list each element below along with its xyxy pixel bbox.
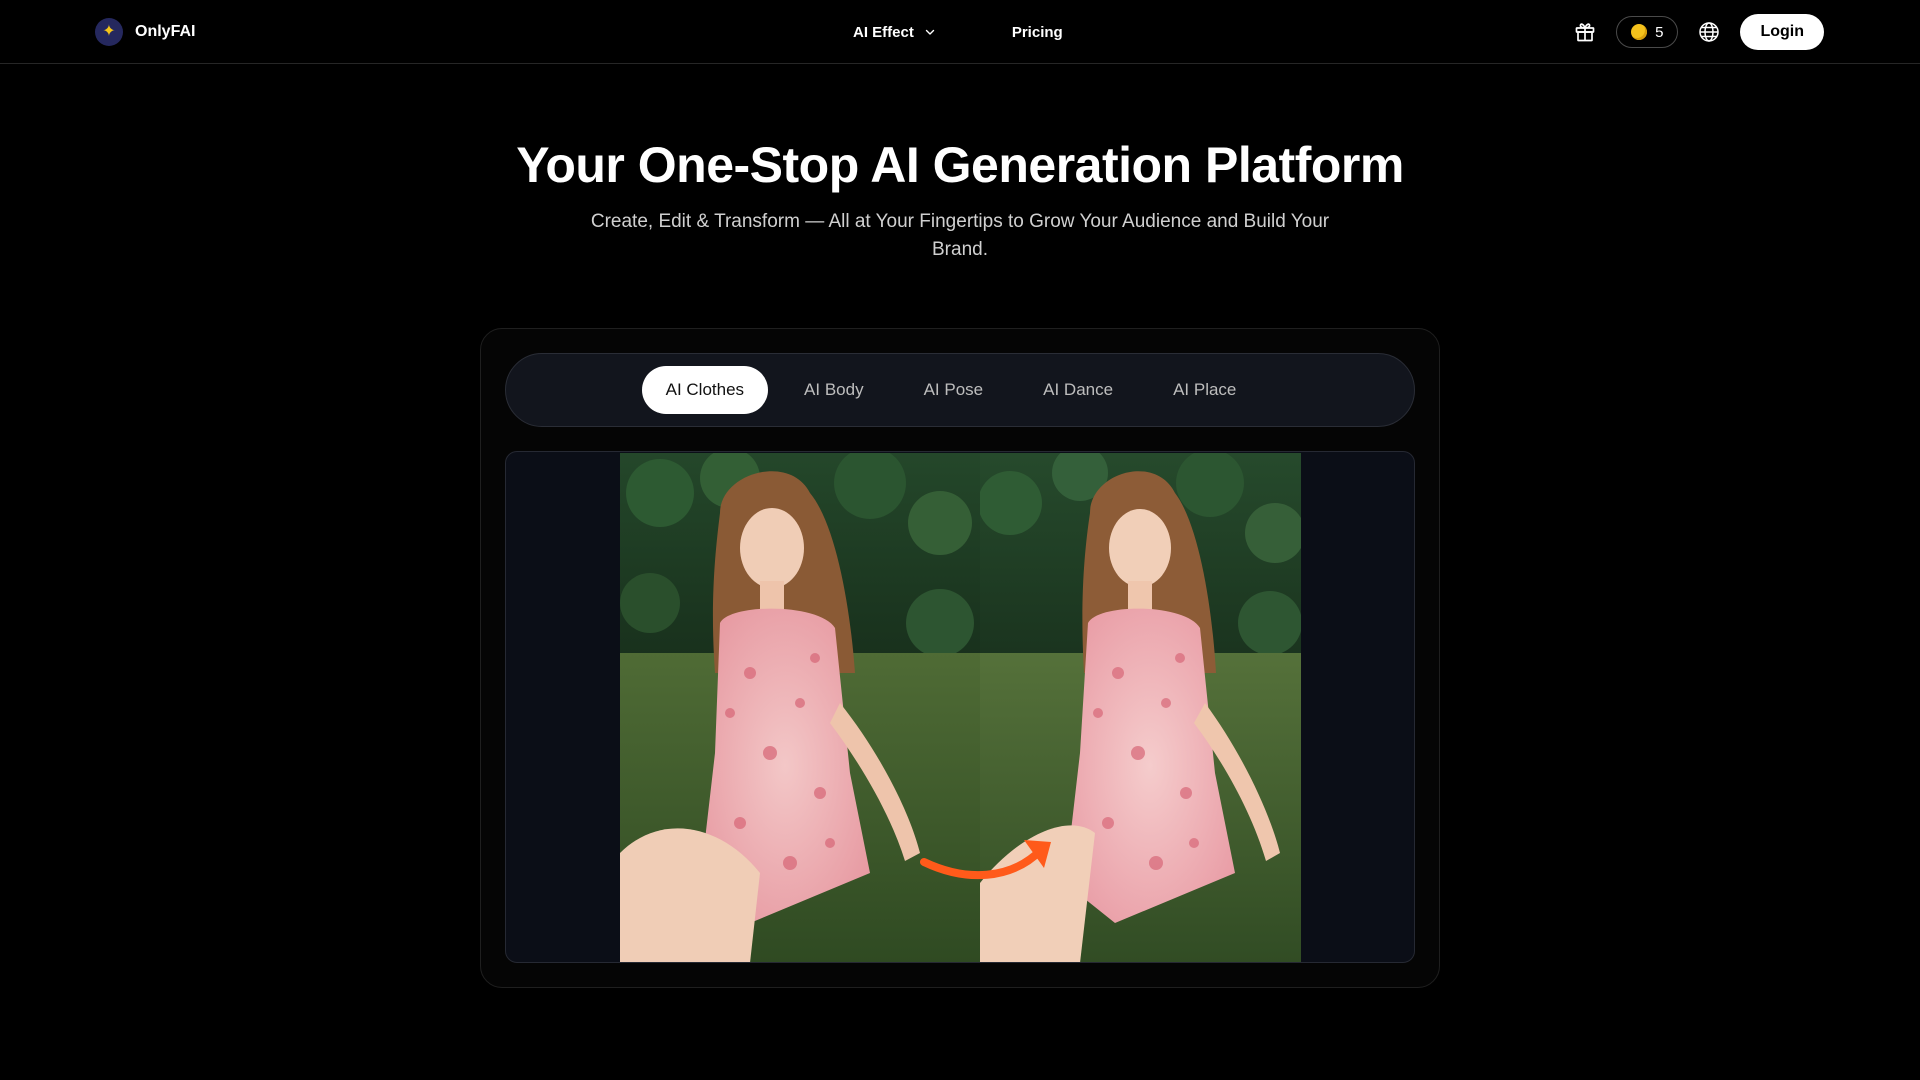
tab-ai-clothes[interactable]: AI Clothes	[641, 366, 769, 414]
sparkle-icon: ✦	[95, 18, 123, 46]
header-tools: 5 Login	[1570, 14, 1824, 50]
gift-icon[interactable]	[1570, 17, 1600, 47]
nav-item-label: AI Effect	[853, 23, 914, 41]
feature-showcase-card: AI Clothes AI Body AI Pose AI Dance AI P…	[480, 328, 1440, 988]
page-subtitle: Create, Edit & Transform — All at Your F…	[590, 211, 1330, 260]
credits-count: 5	[1655, 23, 1664, 41]
nav-item-pricing[interactable]: Pricing	[1012, 24, 1063, 41]
credits-balance[interactable]: 5	[1616, 16, 1679, 48]
brand-logo-link[interactable]: ✦ OnlyFAI	[95, 18, 195, 46]
coin-icon	[1631, 24, 1648, 40]
nav-item-label: Pricing	[1011, 23, 1063, 41]
before-after-preview	[505, 451, 1415, 963]
tab-ai-place[interactable]: AI Place	[1149, 366, 1260, 414]
feature-tabs: AI Clothes AI Body AI Pose AI Dance AI P…	[505, 353, 1415, 427]
tab-ai-body[interactable]: AI Body	[780, 366, 888, 414]
globe-icon[interactable]	[1694, 17, 1724, 47]
main-nav: AI Effect Pricing	[853, 20, 1063, 44]
top-nav-bar: ✦ OnlyFAI AI Effect Pricing 5 Login	[0, 0, 1920, 64]
chevron-down-icon	[924, 26, 936, 38]
transform-arrow-icon	[906, 812, 1066, 892]
page-title: Your One-Stop AI Generation Platform	[516, 137, 1404, 193]
login-button[interactable]: Login	[1740, 14, 1824, 50]
tab-ai-dance[interactable]: AI Dance	[1019, 366, 1137, 414]
nav-item-ai-effect[interactable]: AI Effect	[853, 24, 936, 41]
brand-name: OnlyFAI	[135, 23, 196, 40]
tab-ai-pose[interactable]: AI Pose	[900, 366, 1008, 414]
